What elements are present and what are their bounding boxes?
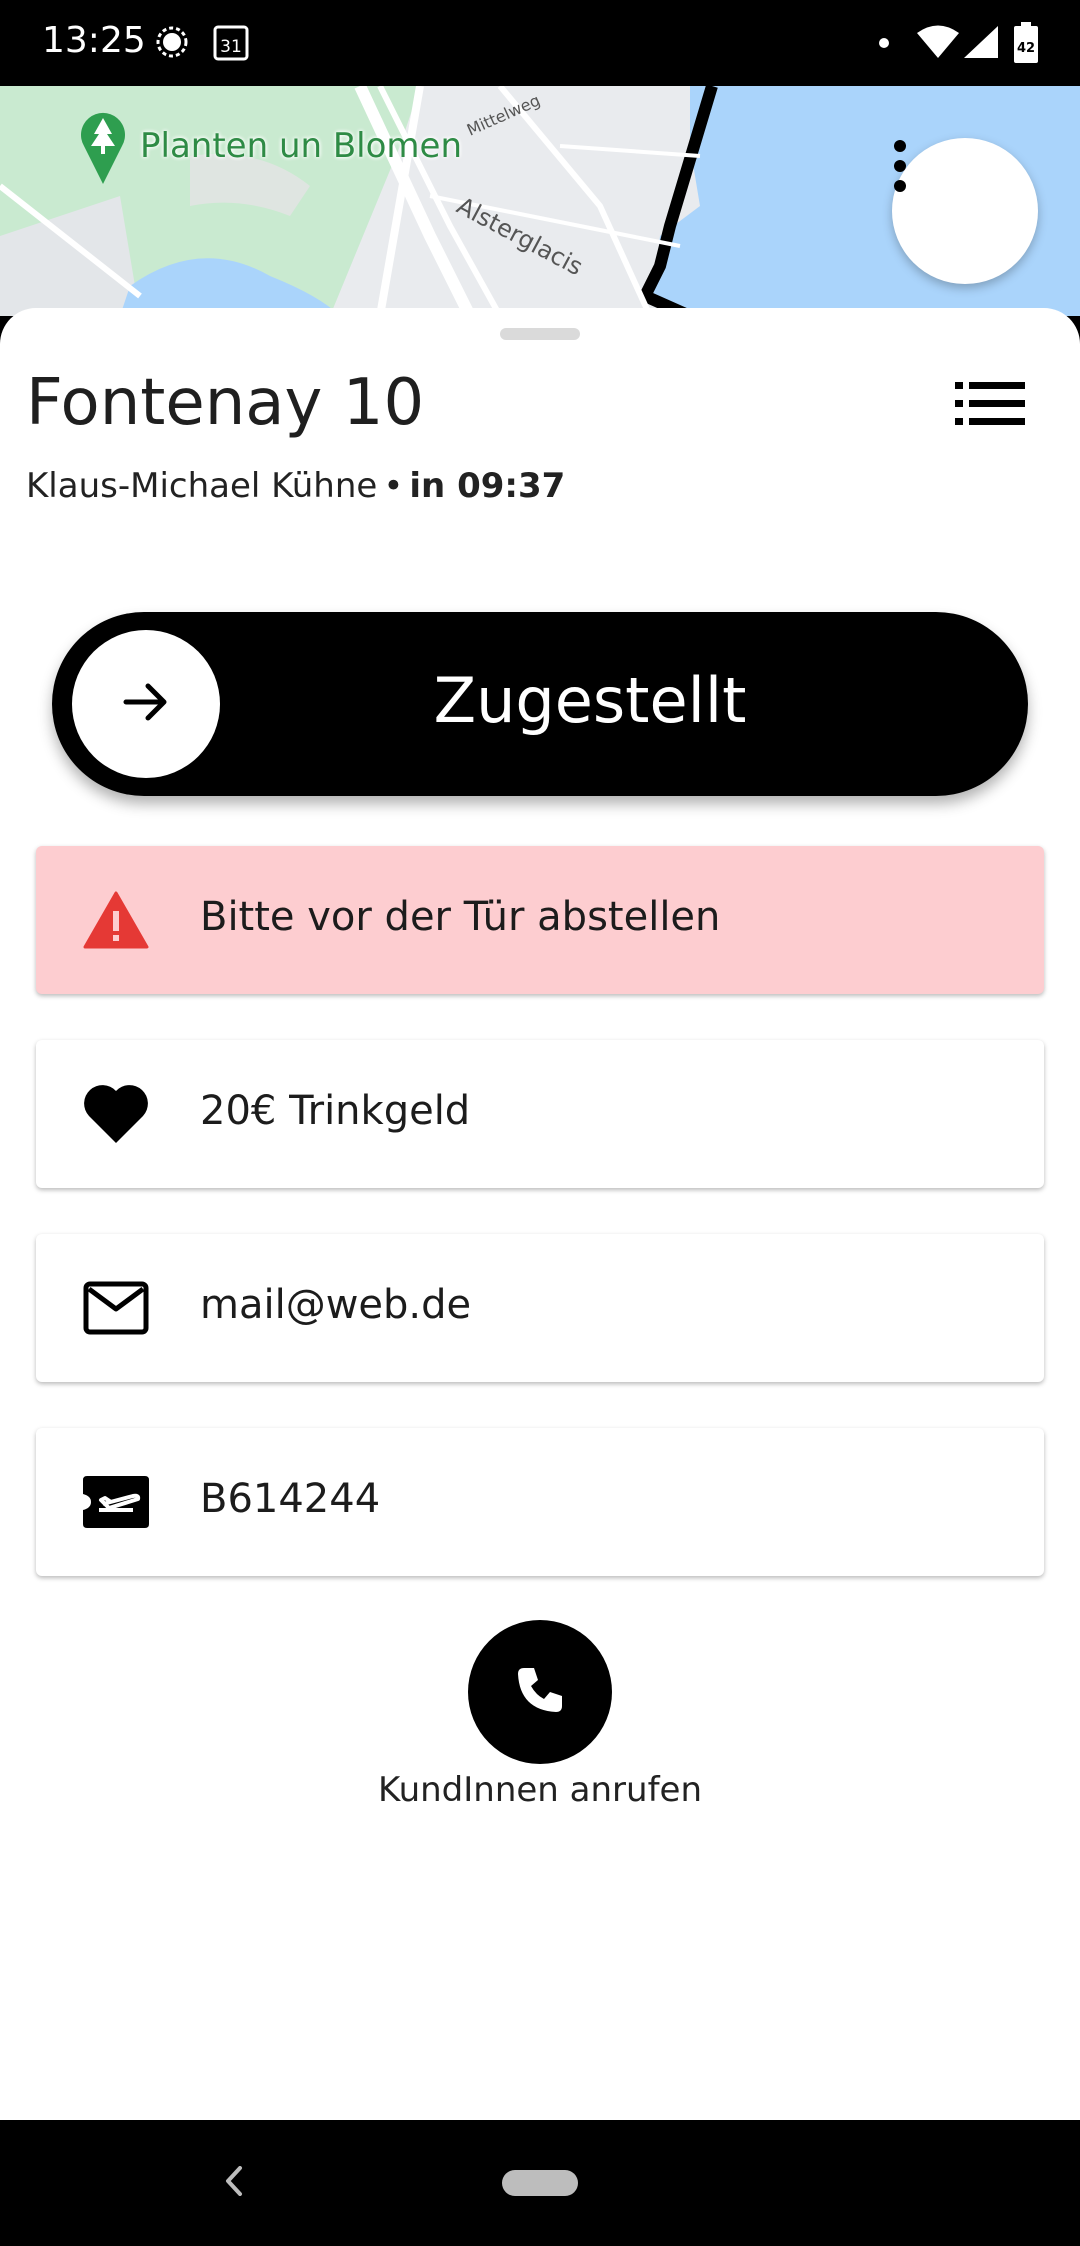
heart-icon <box>82 1080 150 1148</box>
battery-icon: 42 <box>1012 22 1040 69</box>
notification-dot-icon <box>878 36 890 54</box>
battery-level: 42 <box>1017 41 1035 56</box>
warning-icon <box>82 886 150 954</box>
slide-label: Zugestellt <box>433 664 747 737</box>
home-pill-button[interactable] <box>502 2170 578 2196</box>
signal-messenger-icon <box>154 24 190 65</box>
stop-title: Fontenay 10 <box>26 366 425 440</box>
calendar-day: 31 <box>220 37 242 57</box>
status-time: 13:25 <box>42 20 146 61</box>
back-chevron-icon <box>224 2165 244 2201</box>
more-options-button[interactable] <box>892 138 1038 284</box>
map-place-label: Planten un Blomen <box>140 126 463 166</box>
cellular-signal-icon <box>962 24 1000 65</box>
tip-card: 20€ Trinkgeld <box>36 1040 1044 1188</box>
stop-detail-sheet: Fontenay 10 Klaus-Michael Kühne • in 09:37… <box>0 308 1080 2120</box>
subtitle-separator: • <box>383 466 404 506</box>
wifi-icon <box>916 24 960 65</box>
delivery-note-card: Bitte vor der Tür abstellen <box>36 846 1044 994</box>
order-number-card: B614244 <box>36 1428 1044 1576</box>
sheet-drag-handle[interactable] <box>500 328 580 340</box>
stop-list-button[interactable] <box>952 378 1028 434</box>
system-navigation-bar <box>0 2120 1080 2246</box>
customer-name: Klaus-Michael Kühne <box>26 466 378 506</box>
order-number-text: B614244 <box>200 1476 381 1522</box>
tip-text: 20€ Trinkgeld <box>200 1088 471 1134</box>
email-card[interactable]: mail@web.de <box>36 1234 1044 1382</box>
mail-icon <box>82 1274 150 1342</box>
map-view[interactable]: Alsterglacis Mittelweg Planten un Blomen <box>0 86 1080 316</box>
list-icon <box>955 381 1025 431</box>
stop-subtitle: Klaus-Michael Kühne • in 09:37 <box>26 466 565 506</box>
back-button[interactable] <box>214 2158 254 2208</box>
email-text: mail@web.de <box>200 1282 472 1328</box>
delivery-note-text: Bitte vor der Tür abstellen <box>200 894 721 940</box>
phone-icon <box>514 1664 566 1721</box>
call-customer-button[interactable] <box>468 1620 612 1764</box>
status-bar: 13:25 31 42 <box>0 0 1080 86</box>
eta: in 09:37 <box>409 466 566 506</box>
delivered-slide-button[interactable]: Zugestellt <box>52 612 1028 796</box>
call-customer-label: KundInnen anrufen <box>377 1770 703 1810</box>
ticket-flight-icon <box>82 1468 150 1536</box>
calendar-icon: 31 <box>212 24 250 67</box>
